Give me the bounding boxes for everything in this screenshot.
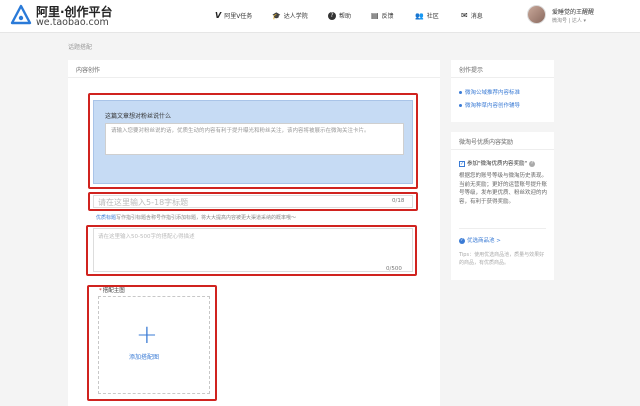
nav-messages[interactable]: ✉ 消息	[461, 11, 483, 20]
breadcrumb: 话题搭配	[68, 44, 93, 51]
nav-feedback[interactable]: ▤ 反馈	[371, 11, 394, 20]
v-icon: V	[215, 11, 222, 20]
user-role-dropdown[interactable]: 微淘号 | 达人 ▾	[552, 17, 586, 24]
highlight-frame	[88, 93, 418, 189]
divider	[459, 228, 546, 229]
tips-title: 创作提示	[459, 67, 484, 74]
nav-label: 达人学院	[283, 13, 308, 20]
title-hint: 优质标题写作指引标题含称号作指引添加标题，将大大提高内容被更大渠道采纳的概率哦～	[96, 214, 296, 221]
tip-label: 微淘公域推荐内容标准	[465, 90, 521, 96]
reward-title: 微淘号优质内容奖励	[459, 139, 514, 146]
reward-description: 根据您的账号等级与微淘历史表现。当前无奖励；更好的运营账号提升账号等级，发布更优…	[459, 173, 548, 205]
preferred-products-link[interactable]: ✓ 优选商品池 >	[459, 236, 501, 244]
logo-icon	[10, 4, 32, 25]
community-icon: 👥	[415, 11, 424, 20]
bullet-icon	[459, 91, 462, 94]
reward-panel: 微淘号优质内容奖励 ✓ 参加"微淘优质内容奖励"? 根据您的账号等级与微淘历史表现…	[451, 132, 554, 280]
divider	[451, 149, 554, 150]
reward-label: 参加"微淘优质内容奖励"	[467, 161, 528, 167]
highlight-frame	[86, 225, 417, 276]
divider	[68, 77, 440, 78]
feedback-icon: ▤	[371, 11, 379, 20]
highlight-frame	[87, 285, 217, 401]
checkbox[interactable]: ✓	[459, 160, 465, 167]
pick-label: 优选商品池 >	[467, 238, 501, 244]
avatar[interactable]	[527, 5, 546, 24]
tip-link-guidance[interactable]: 微淘种草内容创作辅导	[459, 101, 520, 109]
nav-community[interactable]: 👥 社区	[415, 11, 439, 21]
mail-icon: ✉	[461, 11, 468, 20]
top-bar: 阿里·创作平台 we.taobao.com V 阿里V任务 🎓 达人学院 ? 帮…	[0, 0, 640, 33]
bullet-icon	[459, 104, 462, 107]
highlight-frame	[88, 192, 418, 211]
quality-title-link[interactable]: 优质标题	[96, 215, 116, 221]
nav-help[interactable]: ? 帮助	[328, 11, 351, 20]
reward-opt-in[interactable]: ✓ 参加"微淘优质内容奖励"?	[459, 159, 536, 167]
question-icon[interactable]: ?	[529, 160, 536, 167]
graduation-cap-icon: 🎓	[272, 11, 281, 20]
products-tip: Tips：使用优选商品池，质量与效果好的商品，有优质商品。	[459, 252, 545, 266]
tip-label: 微淘种草内容创作辅导	[465, 103, 521, 109]
help-icon: ?	[328, 11, 336, 20]
divider	[451, 77, 554, 78]
hint-text: 写作指引标题含称号作指引添加标题，将大大提高内容被更大渠道采纳的概率哦～	[116, 215, 297, 221]
check-circle-icon: ✓	[459, 237, 465, 244]
nav-v-task[interactable]: V 阿里V任务	[215, 11, 252, 20]
user-name[interactable]: 爱睡觉的王醒醒	[552, 7, 594, 16]
nav-label: 帮助	[339, 13, 352, 20]
panel-title: 内容创作	[76, 67, 101, 74]
nav-label: 消息	[470, 13, 483, 20]
nav-academy[interactable]: 🎓 达人学院	[272, 11, 308, 21]
nav-label: 阿里V任务	[224, 13, 253, 20]
nav-label: 反馈	[381, 13, 394, 20]
creation-tips-panel: 创作提示 微淘公域推荐内容标准 微淘种草内容创作辅导	[451, 60, 554, 122]
tip-link-standard[interactable]: 微淘公域推荐内容标准	[459, 88, 520, 96]
logo-url: we.taobao.com	[36, 17, 109, 28]
nav-label: 社区	[426, 13, 439, 20]
